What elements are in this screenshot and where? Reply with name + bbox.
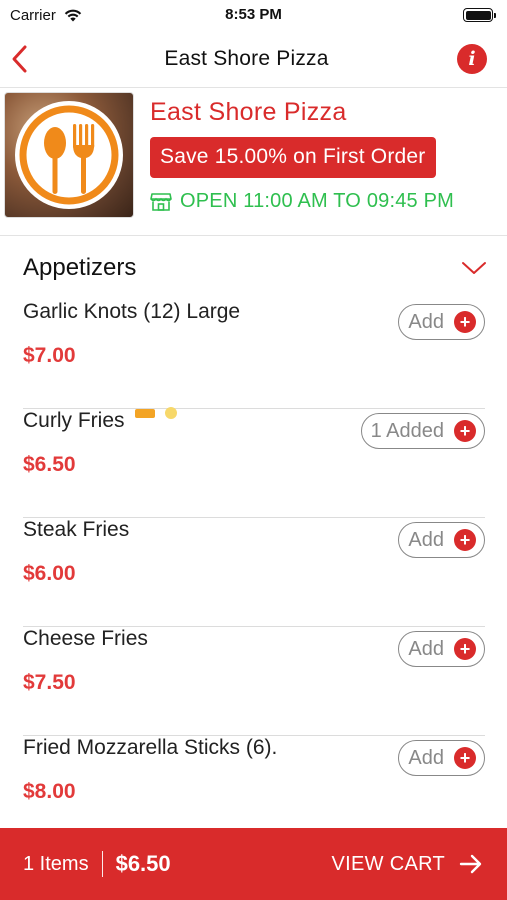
restaurant-name: East Shore Pizza	[150, 98, 347, 126]
carrier-label: Carrier	[10, 6, 56, 24]
view-cart-label: VIEW CART	[331, 852, 445, 875]
cart-item-count: 1 Items	[23, 852, 89, 875]
cart-total: $6.50	[115, 851, 171, 876]
battery-icon	[463, 8, 496, 22]
item-name: Steak Fries	[23, 518, 130, 541]
plus-circle-icon: +	[454, 638, 476, 660]
restaurant-logo	[4, 92, 134, 218]
menu-item[interactable]: Steak Fries $6.00 Add +	[23, 518, 485, 627]
menu-item[interactable]: Cheese Fries $7.50 Add +	[23, 627, 485, 736]
category-header-appetizers[interactable]: Appetizers	[0, 236, 507, 300]
badge-icon	[164, 407, 177, 419]
add-button[interactable]: Add +	[398, 740, 485, 776]
wifi-icon	[64, 9, 82, 21]
info-button[interactable]: i	[457, 43, 487, 74]
open-hours: OPEN 11:00 AM TO 09:45 PM	[150, 190, 454, 213]
plus-circle-icon: +	[454, 311, 476, 333]
status-bar: Carrier 8:53 PM	[0, 0, 507, 30]
item-name: Cheese Fries	[23, 627, 148, 650]
plus-circle-icon: +	[454, 747, 476, 769]
add-button-label: Add	[408, 528, 444, 551]
status-left: Carrier	[10, 7, 82, 24]
cart-divider	[101, 851, 103, 877]
add-button[interactable]: Add +	[398, 304, 485, 340]
add-button-label: Add	[408, 310, 444, 333]
add-button[interactable]: Add +	[398, 631, 485, 667]
item-name: Curly Fries	[23, 407, 177, 433]
add-button-label: Add	[408, 746, 444, 769]
back-button[interactable]	[10, 42, 36, 76]
item-price: $7.50	[23, 671, 76, 694]
nav-bar: East Shore Pizza i	[0, 30, 507, 88]
item-price: $8.00	[23, 780, 76, 803]
chevron-down-icon[interactable]	[461, 260, 487, 276]
store-icon	[150, 192, 172, 211]
offer-badge: Save 15.00% on First Order	[150, 137, 436, 178]
arrow-right-icon	[459, 854, 482, 874]
item-price: $6.50	[23, 453, 76, 476]
add-button-label: Add	[408, 637, 444, 660]
menu-item[interactable]: Garlic Knots (12) Large $7.00 Add +	[23, 300, 485, 409]
item-name: Garlic Knots (12) Large	[23, 300, 241, 323]
added-button[interactable]: 1 Added +	[360, 413, 485, 449]
category-title: Appetizers	[23, 254, 137, 281]
cart-bar[interactable]: 1 Items $6.50 VIEW CART	[0, 828, 507, 900]
item-price: $7.00	[23, 344, 76, 367]
chevron-left-icon	[12, 45, 27, 72]
item-price: $6.00	[23, 562, 76, 585]
nav-title: East Shore Pizza	[164, 46, 329, 70]
menu-item[interactable]: Curly Fries $6.50 1 Added +	[23, 407, 485, 518]
add-button-label: 1 Added	[370, 419, 444, 442]
new-tag-icon	[134, 408, 155, 418]
open-hours-label: OPEN 11:00 AM TO 09:45 PM	[180, 190, 455, 212]
add-button[interactable]: Add +	[398, 522, 485, 558]
restaurant-header: East Shore Pizza Save 15.00% on First Or…	[0, 88, 507, 236]
info-icon: i	[468, 47, 476, 70]
view-cart-button[interactable]: VIEW CART	[332, 853, 483, 876]
menu-list: Garlic Knots (12) Large $7.00 Add + Curl…	[0, 300, 507, 845]
item-name: Fried Mozzarella Sticks (6).	[23, 736, 278, 759]
plus-circle-icon: +	[454, 529, 476, 551]
spoon-fork-logo-icon	[15, 101, 123, 209]
plus-circle-icon: +	[454, 420, 476, 442]
restaurant-info: East Shore Pizza Save 15.00% on First Or…	[134, 92, 454, 235]
cart-summary: 1 Items $6.50	[23, 851, 171, 877]
